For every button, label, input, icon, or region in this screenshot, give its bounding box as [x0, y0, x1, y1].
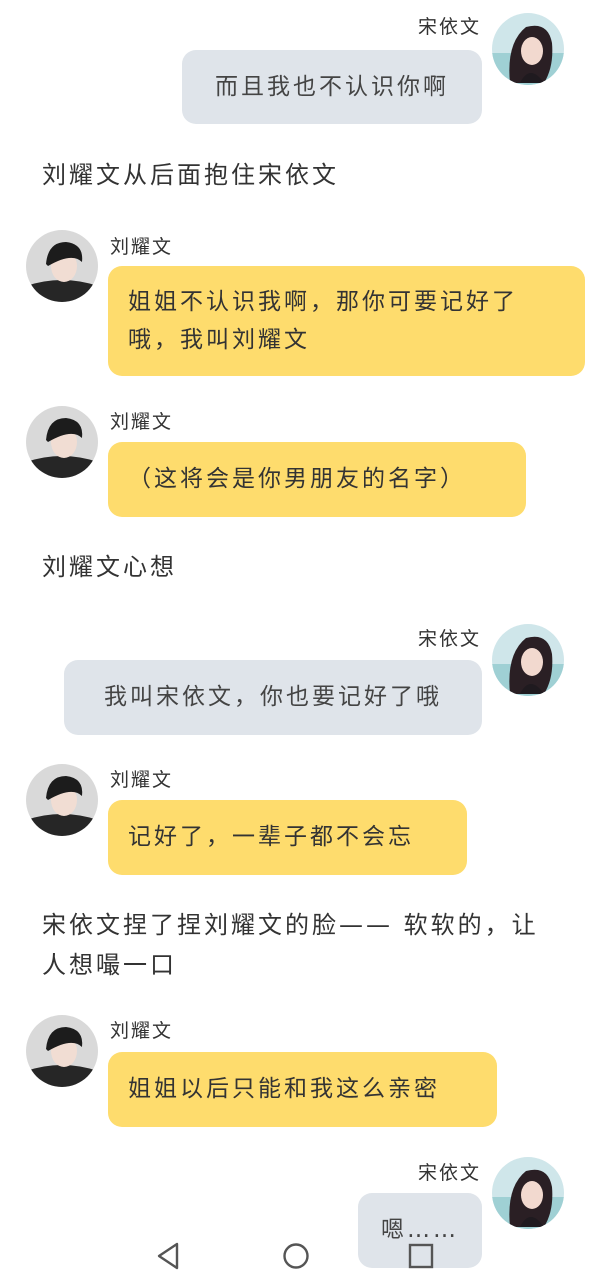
- message-bubble: 我叫宋依文，你也要记好了哦: [64, 660, 482, 735]
- speaker-name: 宋依文: [417, 628, 481, 650]
- speaker-name: 刘耀文: [110, 411, 174, 433]
- boy-portrait-avatar[interactable]: [26, 230, 98, 302]
- speaker-name: 刘耀文: [110, 236, 174, 258]
- system-navigation-bar: [0, 1210, 591, 1280]
- boy-portrait-avatar[interactable]: [26, 764, 98, 836]
- narration-text: 刘耀文从后面抱住宋依文: [42, 161, 339, 189]
- narration-text: 刘耀文心想: [42, 553, 177, 581]
- home-circle-icon[interactable]: [282, 1242, 310, 1274]
- boy-portrait-avatar[interactable]: [26, 1015, 98, 1087]
- speaker-name: 宋依文: [417, 1162, 481, 1184]
- message-bubble: 而且我也不认识你啊: [182, 50, 482, 124]
- message-bubble: （这将会是你男朋友的名字）: [108, 442, 526, 517]
- recents-square-icon[interactable]: [408, 1243, 434, 1273]
- narration-text: 宋依文捏了捏刘耀文的脸—— 软软的，让人想嘬一口: [42, 911, 539, 979]
- speaker-name: 刘耀文: [110, 769, 174, 791]
- back-triangle-icon[interactable]: [155, 1242, 181, 1274]
- speaker-name: 宋依文: [417, 16, 481, 38]
- message-bubble: 姐姐以后只能和我这么亲密: [108, 1052, 497, 1127]
- message-bubble: 姐姐不认识我啊，那你可要记好了哦，我叫刘耀文: [108, 266, 585, 376]
- boy-portrait-avatar[interactable]: [26, 406, 98, 478]
- message-bubble: 记好了，一辈子都不会忘: [108, 800, 467, 875]
- girl-portrait-avatar[interactable]: [492, 624, 564, 696]
- girl-portrait-avatar[interactable]: [492, 13, 564, 85]
- speaker-name: 刘耀文: [110, 1020, 174, 1042]
